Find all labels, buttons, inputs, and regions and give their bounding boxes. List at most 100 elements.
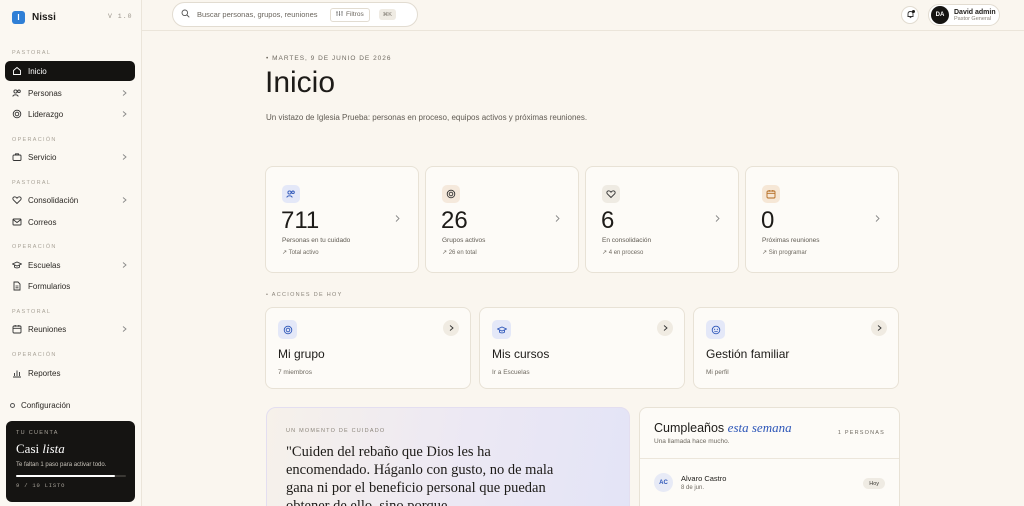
stat-sub: ↗ Total activo [282,250,319,256]
chevron-right-icon[interactable] [443,320,459,336]
sidebar-item-formularios[interactable]: Formularios [5,276,135,296]
onboarding-progress-bar [16,475,126,477]
avatar: AC [654,473,673,492]
stat-card-personas[interactable]: 711 Personas en tu cuidado ↗ Total activ… [265,166,419,273]
heart-icon [602,185,620,203]
quick-action-mi-grupo[interactable]: Mi grupo 7 miembros [265,307,471,389]
page-date: • MARTES, 9 DE JUNIO DE 2026 [266,55,392,62]
sidebar-item-label: Escuelas [28,260,61,270]
birthday-name[interactable]: Alvaro Castro [681,474,726,483]
chevron-right-icon[interactable] [871,320,887,336]
shortcut-hint: ⌘K [378,9,396,20]
sidebar-item-label: Consolidación [28,195,79,205]
chevron-right-icon [395,215,400,224]
graduation-icon [12,260,22,270]
stat-label: En consolidación [602,237,652,244]
stat-value: 6 [601,207,615,234]
sidebar-item-escuelas[interactable]: Escuelas [5,255,135,275]
page-title: Inicio [265,66,336,99]
sidebar-item-consolidacion[interactable]: Consolidación [5,190,135,210]
config-label: Configuración [21,401,71,410]
quick-actions-title: • ACCIONES DE HOY [266,292,343,298]
calendar-icon [762,185,780,203]
search-input[interactable]: Buscar personas, grupos, reuniones [197,10,321,19]
stat-label: Próximas reuniones [762,237,820,244]
config-link[interactable]: Configuración [10,401,70,410]
target-icon [12,109,22,119]
sidebar-item-personas[interactable]: Personas [5,83,135,103]
sidebar-item-label: Formularios [28,281,71,291]
birthday-date: 8 de jun. [681,485,705,491]
divider [640,458,899,459]
birthdays-title: Cumpleaños esta semana [654,420,792,435]
onboarding-title: Casi lista [16,441,65,456]
sidebar-item-inicio[interactable]: Inicio [5,61,135,81]
quick-action-title: Gestión familiar [706,347,790,361]
sliders-icon [336,10,343,19]
verse-text: "Cuiden del rebaño que Dios les ha encom… [286,444,554,506]
stat-card-grupos[interactable]: 26 Grupos activos ↗ 26 en total [425,166,579,273]
document-icon [12,281,22,291]
mail-icon [12,217,22,227]
user-name: David admin [954,8,996,16]
sidebar-item-servicio[interactable]: Servicio [5,147,135,167]
search-icon [181,9,190,20]
target-icon [442,185,460,203]
notifications-button[interactable] [901,6,919,24]
chevron-right-icon [121,326,127,332]
onboarding-kicker: TU CUENTA [16,430,59,436]
filters-label: Filtros [346,11,364,18]
section-label: OPERACIÓN [12,352,57,358]
sidebar-item-label: Liderazgo [28,109,64,119]
section-label: PASTORAL [12,180,52,186]
stat-sub: ↗ 26 en total [442,250,477,256]
gear-icon [10,403,15,408]
notification-badge [912,10,915,13]
topbar: Buscar personas, grupos, reuniones Filtr… [142,0,1024,31]
stat-card-consolidacion[interactable]: 6 En consolidación ↗ 4 en proceso [585,166,739,273]
stat-label: Personas en tu cuidado [282,237,351,244]
user-menu[interactable]: DA David admin Pastor General [928,4,1000,26]
stat-sub: ↗ Sin programar [762,250,807,256]
family-icon [706,320,725,339]
sidebar-item-label: Reportes [28,368,61,378]
sidebar-item-reuniones[interactable]: Reuniones [5,319,135,339]
quick-action-gestion-familiar[interactable]: Gestión familiar Mi perfil [693,307,899,389]
stat-value: 711 [281,207,320,234]
app-logo: I [12,10,25,24]
chevron-right-icon [555,215,560,224]
briefcase-icon [12,152,22,162]
section-label: OPERACIÓN [12,137,57,143]
stat-sub: ↗ 4 en proceso [602,250,644,256]
stat-label: Grupos activos [442,237,486,244]
chevron-right-icon [121,154,127,160]
stat-value: 26 [441,207,468,234]
search-bar[interactable]: Buscar personas, grupos, reuniones Filtr… [172,2,418,27]
home-icon [12,66,22,76]
chevron-right-icon [875,215,880,224]
page-description: Un vistazo de Iglesia Prueba: personas e… [266,113,588,122]
filters-button[interactable]: Filtros [330,7,370,22]
section-label: PASTORAL [12,309,52,315]
verse-card: UN MOMENTO DE CUIDADO "Cuiden del rebaño… [266,407,630,506]
sidebar-item-correos[interactable]: Correos [5,212,135,232]
avatar: DA [931,6,949,24]
sidebar-item-liderazgo[interactable]: Liderazgo [5,104,135,124]
brand[interactable]: I Nissi [12,10,56,24]
quick-action-sub: 7 miembros [278,369,312,376]
quick-action-title: Mi grupo [278,347,325,361]
sidebar-item-reportes[interactable]: Reportes [5,363,135,383]
chevron-right-icon[interactable] [657,320,673,336]
chevron-right-icon [121,197,127,203]
birthdays-count: 1 PERSONAS [837,430,885,436]
sidebar-item-label: Personas [28,88,62,98]
sidebar-item-label: Inicio [28,66,47,76]
onboarding-card[interactable]: TU CUENTA Casi lista Te faltan 1 paso pa… [6,421,135,502]
verse-kicker: UN MOMENTO DE CUIDADO [286,428,386,434]
section-label: PASTORAL [12,50,52,56]
app-name: Nissi [32,11,56,23]
stat-card-reuniones[interactable]: 0 Próximas reuniones ↗ Sin programar [745,166,899,273]
section-label: OPERACIÓN [12,244,57,250]
chevron-right-icon [121,111,127,117]
quick-action-mis-cursos[interactable]: Mis cursos Ir a Escuelas [479,307,685,389]
